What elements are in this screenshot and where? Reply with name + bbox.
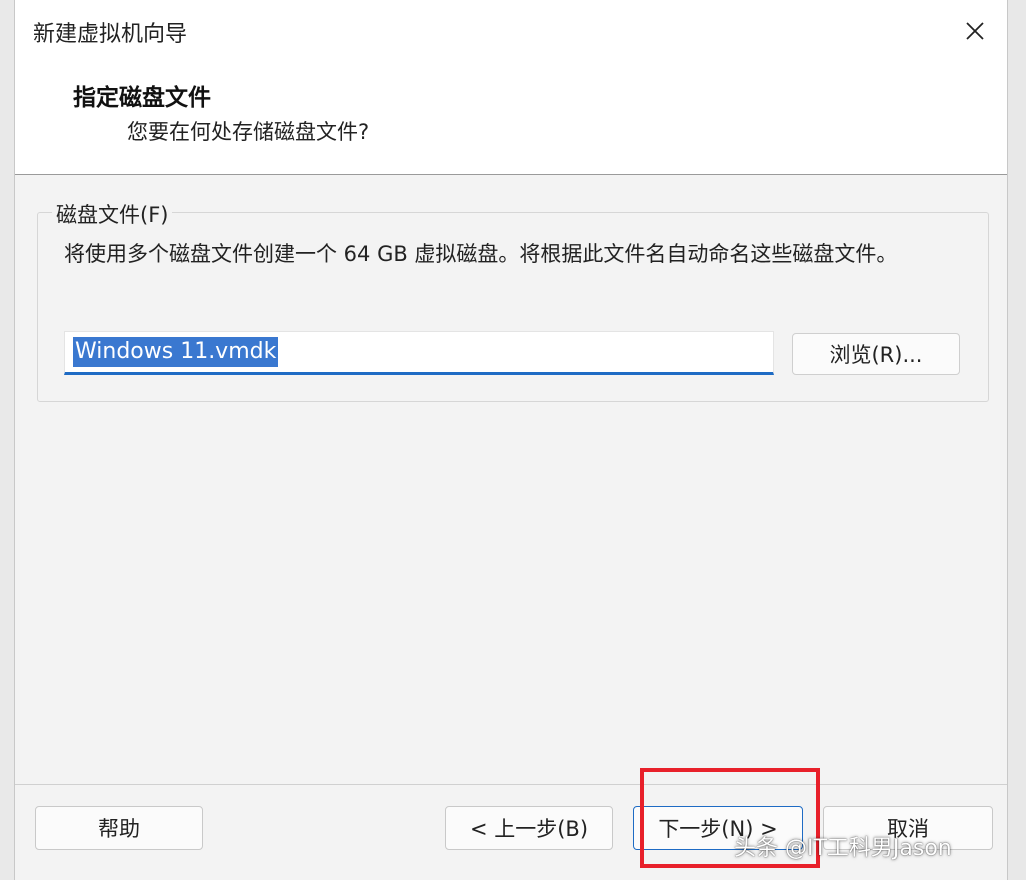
window-title: 新建虚拟机向导 xyxy=(33,22,188,47)
back-button[interactable]: < 上一步(B) xyxy=(445,806,613,850)
page-subtitle: 您要在何处存储磁盘文件? xyxy=(127,120,370,144)
browse-button[interactable]: 浏览(R)... xyxy=(792,333,960,375)
background-window-edge xyxy=(0,0,14,880)
page-title: 指定磁盘文件 xyxy=(73,85,211,111)
background-window-edge-right xyxy=(1008,0,1026,880)
footer-divider xyxy=(15,784,1007,785)
close-icon xyxy=(966,22,984,40)
disk-file-input[interactable]: Windows 11.vmdk xyxy=(64,331,774,375)
disk-file-description: 将使用多个磁盘文件创建一个 64 GB 虚拟磁盘。将根据此文件名自动命名这些磁盘… xyxy=(64,242,898,266)
wizard-header: 指定磁盘文件 您要在何处存储磁盘文件? xyxy=(15,62,1007,175)
new-vm-wizard-dialog: 新建虚拟机向导 指定磁盘文件 您要在何处存储磁盘文件? 磁盘文件(F) 将使用多… xyxy=(14,0,1008,880)
help-button[interactable]: 帮助 xyxy=(35,806,203,850)
close-button[interactable] xyxy=(955,12,995,50)
watermark-text: 头条 @IT工科男Jason xyxy=(734,836,952,861)
disk-file-group: 磁盘文件(F) 将使用多个磁盘文件创建一个 64 GB 虚拟磁盘。将根据此文件名… xyxy=(37,199,989,402)
disk-file-value: Windows 11.vmdk xyxy=(73,337,279,367)
title-bar: 新建虚拟机向导 xyxy=(15,0,1007,62)
disk-file-legend: 磁盘文件(F) xyxy=(52,199,173,229)
